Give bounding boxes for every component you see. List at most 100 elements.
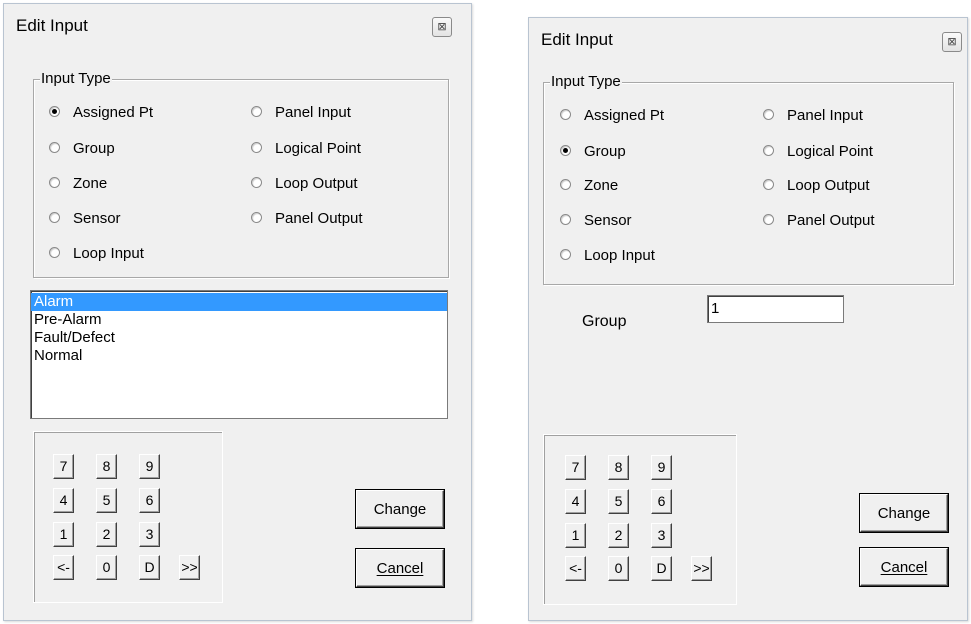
- state-listbox[interactable]: Alarm Pre-Alarm Fault/Defect Normal: [30, 290, 448, 419]
- radio-logical-point[interactable]: Logical Point: [763, 143, 873, 161]
- key-1[interactable]: 1: [565, 523, 586, 548]
- radio-panel-input[interactable]: Panel Input: [763, 107, 863, 125]
- key-0[interactable]: 0: [96, 555, 117, 580]
- radio-icon: [763, 213, 774, 225]
- radio-label: Sensor: [584, 212, 632, 229]
- list-item[interactable]: Fault/Defect: [31, 329, 447, 347]
- radio-label: Assigned Pt: [584, 107, 665, 124]
- key-5[interactable]: 5: [608, 489, 629, 514]
- group-field-label: Group: [582, 313, 627, 330]
- radio-sensor[interactable]: Sensor: [560, 212, 632, 230]
- keypad-panel: 7 8 9 4 5 6 1 2 3 <- 0 D >>: [543, 434, 737, 605]
- key-next[interactable]: >>: [179, 555, 200, 580]
- key-2[interactable]: 2: [608, 523, 629, 548]
- radio-label: Panel Input: [787, 107, 863, 124]
- key-backspace[interactable]: <-: [53, 555, 74, 580]
- radio-sensor[interactable]: Sensor: [49, 210, 121, 228]
- radio-assigned-pt[interactable]: Assigned Pt: [560, 107, 664, 125]
- cancel-label: Cancel: [376, 560, 424, 577]
- close-icon[interactable]: ⊠: [942, 32, 962, 52]
- radio-label: Zone: [73, 175, 108, 192]
- radio-loop-input[interactable]: Loop Input: [560, 247, 655, 265]
- radio-icon: [251, 176, 262, 188]
- input-type-legend: Input Type: [550, 73, 622, 91]
- input-type-group: Input Type Assigned Pt Group Zone Sensor…: [33, 70, 449, 278]
- radio-label: Panel Input: [275, 104, 351, 121]
- radio-icon: [49, 211, 60, 223]
- key-5[interactable]: 5: [96, 488, 117, 513]
- radio-label: Loop Output: [275, 175, 358, 192]
- key-4[interactable]: 4: [53, 488, 74, 513]
- radio-label: Loop Input: [73, 245, 144, 262]
- radio-label: Group: [584, 143, 626, 160]
- radio-group[interactable]: Group: [560, 143, 626, 161]
- radio-icon: [251, 141, 262, 153]
- key-4[interactable]: 4: [565, 489, 586, 514]
- radio-panel-output[interactable]: Panel Output: [251, 210, 363, 228]
- key-3[interactable]: 3: [139, 522, 160, 547]
- keypad-panel: 7 8 9 4 5 6 1 2 3 <- 0 D >>: [33, 431, 223, 603]
- change-button[interactable]: Change: [356, 490, 444, 528]
- list-item[interactable]: Alarm: [31, 293, 447, 311]
- key-8[interactable]: 8: [608, 455, 629, 480]
- key-9[interactable]: 9: [139, 454, 160, 479]
- radio-icon: [251, 105, 262, 117]
- radio-loop-input[interactable]: Loop Input: [49, 245, 144, 263]
- radio-label: Sensor: [73, 210, 121, 227]
- cancel-label: Cancel: [880, 559, 928, 576]
- key-7[interactable]: 7: [565, 455, 586, 480]
- key-6[interactable]: 6: [139, 488, 160, 513]
- radio-zone[interactable]: Zone: [560, 177, 618, 195]
- radio-icon: [763, 108, 774, 120]
- key-2[interactable]: 2: [96, 522, 117, 547]
- radio-label: Assigned Pt: [73, 104, 154, 121]
- radio-checked-icon: [49, 105, 60, 117]
- radio-icon: [560, 213, 571, 225]
- cancel-button[interactable]: Cancel: [860, 548, 948, 586]
- radio-panel-input[interactable]: Panel Input: [251, 104, 351, 122]
- radio-panel-output[interactable]: Panel Output: [763, 212, 875, 230]
- close-icon[interactable]: ⊠: [432, 17, 452, 37]
- radio-icon: [560, 108, 571, 120]
- radio-label: Loop Input: [584, 247, 655, 264]
- dialog-title: Edit Input: [541, 30, 613, 49]
- radio-loop-output[interactable]: Loop Output: [251, 175, 358, 193]
- radio-label: Group: [73, 140, 115, 157]
- radio-icon: [763, 178, 774, 190]
- radio-label: Logical Point: [787, 143, 873, 160]
- cancel-button[interactable]: Cancel: [356, 549, 444, 587]
- radio-icon: [49, 141, 60, 153]
- radio-group[interactable]: Group: [49, 140, 115, 158]
- key-7[interactable]: 7: [53, 454, 74, 479]
- edit-input-dialog-left: Edit Input ⊠ Input Type Assigned Pt Grou…: [3, 3, 472, 621]
- key-1[interactable]: 1: [53, 522, 74, 547]
- key-0[interactable]: 0: [608, 556, 629, 581]
- list-item[interactable]: Normal: [31, 347, 447, 365]
- radio-icon: [251, 211, 262, 223]
- key-6[interactable]: 6: [651, 489, 672, 514]
- radio-icon: [560, 178, 571, 190]
- radio-assigned-pt[interactable]: Assigned Pt: [49, 104, 153, 122]
- change-button[interactable]: Change: [860, 494, 948, 532]
- radio-loop-output[interactable]: Loop Output: [763, 177, 870, 195]
- radio-icon: [560, 248, 571, 260]
- radio-zone[interactable]: Zone: [49, 175, 107, 193]
- key-d[interactable]: D: [139, 555, 160, 580]
- key-backspace[interactable]: <-: [565, 556, 586, 581]
- radio-icon: [763, 144, 774, 156]
- radio-logical-point[interactable]: Logical Point: [251, 140, 361, 158]
- key-3[interactable]: 3: [651, 523, 672, 548]
- key-d[interactable]: D: [651, 556, 672, 581]
- dialog-title: Edit Input: [16, 16, 88, 35]
- radio-label: Panel Output: [275, 210, 363, 227]
- radio-checked-icon: [560, 144, 571, 156]
- key-8[interactable]: 8: [96, 454, 117, 479]
- group-input[interactable]: 1: [707, 295, 844, 323]
- key-next[interactable]: >>: [691, 556, 712, 581]
- key-9[interactable]: 9: [651, 455, 672, 480]
- radio-label: Zone: [584, 177, 619, 194]
- input-type-legend: Input Type: [40, 70, 112, 88]
- input-type-group: Input Type Assigned Pt Group Zone Sensor…: [543, 73, 954, 285]
- radio-label: Loop Output: [787, 177, 870, 194]
- list-item[interactable]: Pre-Alarm: [31, 311, 447, 329]
